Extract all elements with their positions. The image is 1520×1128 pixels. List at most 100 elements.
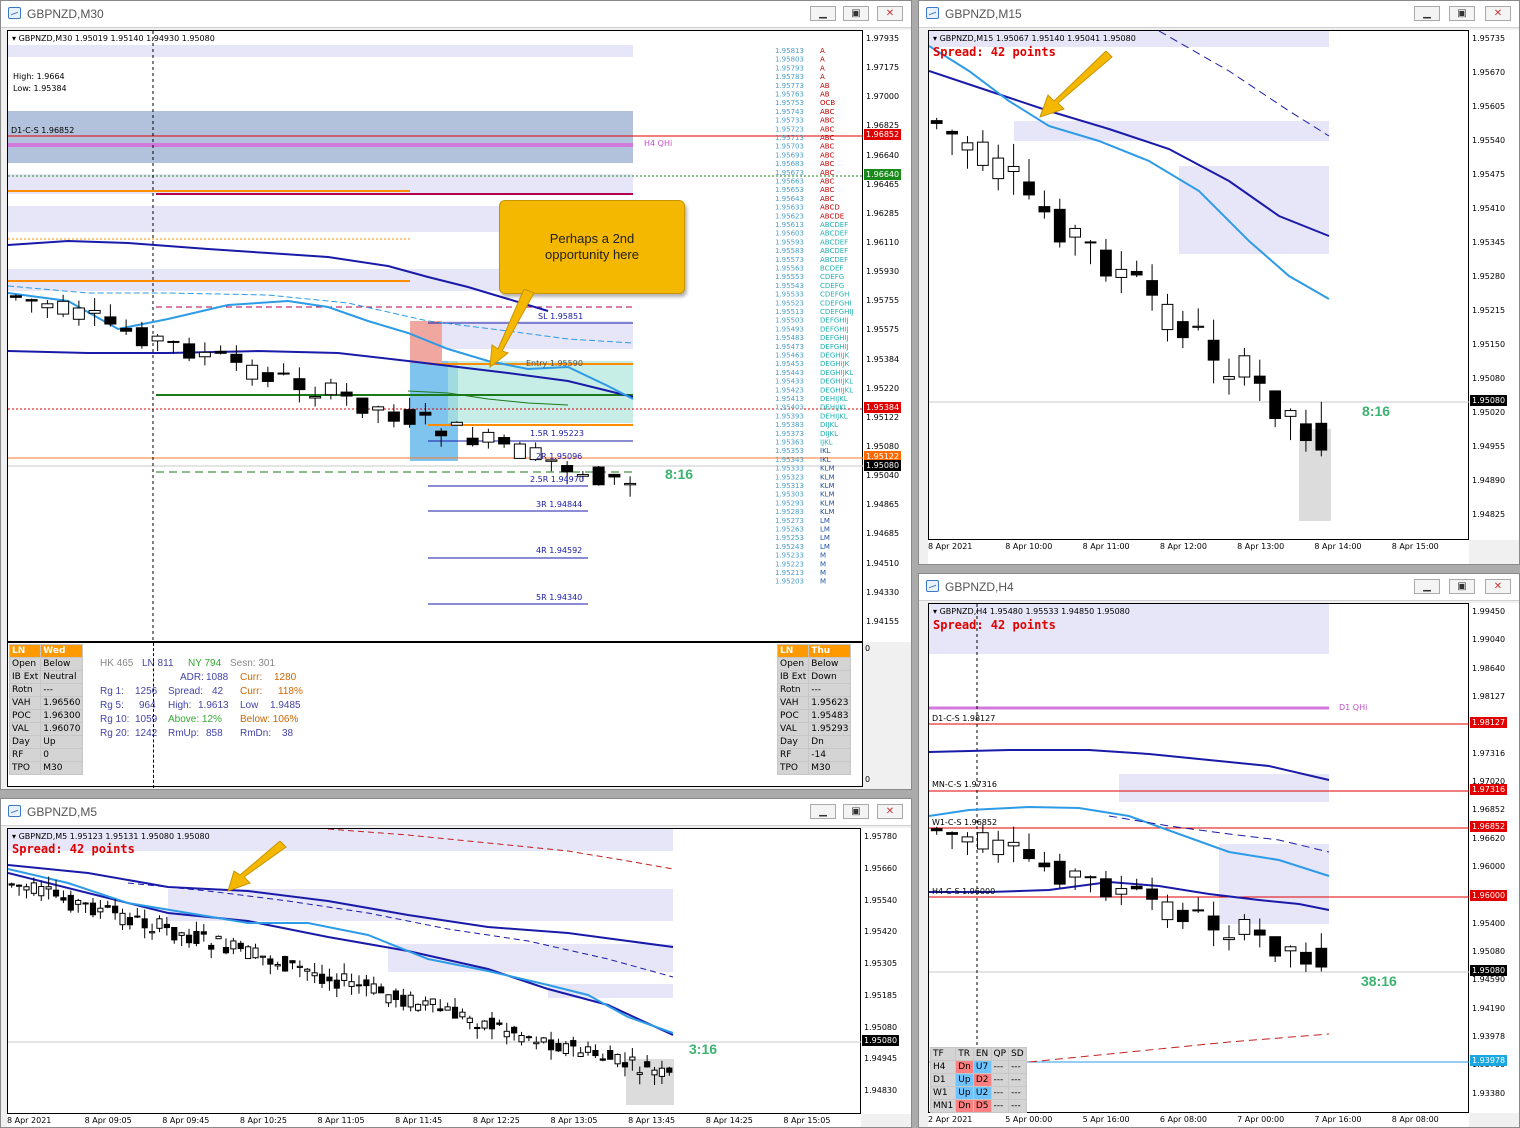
close-button[interactable]: ✕ — [1485, 6, 1511, 21]
candle-body — [1176, 321, 1189, 339]
rg20-label: Rg 20: — [100, 728, 130, 739]
h4-chart-window[interactable]: GBPNZD,H4 ▁ ▣ ✕ ▾ GBPNZD,H4 1.95480 1.95… — [918, 573, 1520, 1128]
candle-body — [45, 886, 52, 890]
m5-time-axis[interactable]: 8 Apr 2021 8 Apr 09:05 8 Apr 09:45 8 Apr 10… — [7, 1114, 861, 1127]
candle-body — [261, 372, 274, 382]
candle-body — [277, 372, 290, 375]
candle-body — [222, 947, 230, 954]
m30-titlebar[interactable]: GBPNZD,M30 ▁ ▣ ✕ — [1, 1, 911, 28]
h4-candle-timer: 38:16 — [1361, 973, 1397, 989]
candle-body — [451, 1006, 459, 1019]
candle-body — [372, 406, 385, 411]
candle-body — [614, 1053, 621, 1065]
price-tick-label: 1.95185 — [864, 990, 898, 1000]
h4-plot-area[interactable]: ▾ GBPNZD,H4 1.95480 1.95533 1.94850 1.95… — [928, 603, 1470, 1114]
price-tick-label: 1.97316 — [1472, 748, 1506, 758]
candle-body — [1238, 919, 1251, 935]
h4-price-axis[interactable]: 1.994501.990401.986401.981271.974301.973… — [1469, 603, 1519, 1113]
candle-body — [547, 1039, 555, 1051]
time-tick-label: 8 Apr 13:00 — [1237, 542, 1285, 551]
tpo-price: 1.95803 — [775, 56, 804, 64]
tpo-letters: ABC — [820, 160, 834, 168]
m15-plot-area[interactable]: ▾ GBPNZD,M15 1.95067 1.95140 1.95041 1.9… — [928, 30, 1470, 540]
minimize-button[interactable]: ▁ — [810, 6, 836, 21]
m30-sl-label: SL 1.95851 — [538, 312, 584, 321]
m30-r4-label: 4R 1.94592 — [536, 546, 583, 555]
tpo-letters: DEFGHIJ — [820, 325, 849, 333]
candle-body — [208, 944, 215, 950]
candle-body — [1315, 422, 1328, 451]
m5-price-axis[interactable]: 1.95780 1.95660 1.95540 1.95420 1.95305 1.951… — [861, 828, 911, 1114]
price-tick-label: 1.95215 — [1472, 306, 1506, 315]
candle-body — [30, 882, 37, 894]
price-tick-label: 1.95080 — [864, 1022, 898, 1032]
tpo-letters: AB — [820, 91, 830, 99]
m5-chart-window[interactable]: GBPNZD,M5 ▁ ▣ ✕ ▾ GBPNZD,M5 1.95123 1.95… — [0, 798, 912, 1128]
candle-body — [385, 994, 392, 1004]
tpo-letters: KLM — [820, 499, 835, 507]
candle-body — [555, 1042, 562, 1052]
m5-plot-area[interactable]: ▾ GBPNZD,M5 1.95123 1.95131 1.95080 1.95… — [7, 828, 862, 1114]
maximize-button[interactable]: ▣ — [1449, 6, 1475, 21]
price-tick-label: 1.95345 — [1472, 238, 1506, 247]
table-cell: --- — [1008, 1060, 1027, 1074]
price-tick-label: 1.95080 — [1472, 374, 1506, 383]
m30-chart-window[interactable]: GBPNZD,M30 ▁ ▣ ✕ 1.95813 A 1.95803 A 1.9… — [0, 0, 912, 790]
m15-chart-window[interactable]: GBPNZD,M15 ▁ ▣ ✕ ▾ GBPNZD,M15 1.95067 1.… — [918, 0, 1520, 565]
candle-body — [1192, 325, 1205, 328]
m30-price-axis[interactable]: 1.97935 1.97175 1.97000 1.96825 1.96640 1.964… — [863, 30, 911, 642]
price-tick-label: 1.96640 — [866, 150, 900, 160]
tpo-price: 1.95343 — [775, 456, 804, 464]
candle-body — [52, 889, 60, 897]
minimize-button[interactable]: ▁ — [810, 804, 836, 819]
candle-body — [67, 894, 74, 911]
candle-body — [141, 918, 148, 929]
candle-body — [309, 396, 322, 399]
tpo-price: 1.95743 — [775, 108, 804, 116]
price-tick-label: 1.94685 — [866, 529, 900, 539]
maximize-button[interactable]: ▣ — [843, 6, 869, 21]
m5-titlebar[interactable]: GBPNZD,M5 ▁ ▣ ✕ — [1, 799, 911, 826]
curr1-value: 1280 — [274, 672, 297, 683]
m30-session-table-wed: LN Wed Open Below IB Ext Neutral Rotn --- VAH 1.9… — [8, 644, 84, 775]
tpo-letters: DEFGHIJ — [820, 334, 849, 342]
tpo-letters: M — [820, 552, 826, 560]
close-button[interactable]: ✕ — [877, 804, 903, 819]
candle-body — [341, 973, 348, 981]
price-tick-label: 1.95040 — [866, 471, 900, 481]
table-cell: IB Ext — [8, 670, 42, 684]
m30-plot-area[interactable]: 1.95813 A 1.95803 A 1.95793 A 1.95783 A 1.95773 A… — [7, 30, 864, 643]
tpo-price: 1.95733 — [775, 117, 804, 125]
candle-body — [444, 1006, 451, 1011]
h4-time-axis[interactable]: 2 Apr 2021 5 Apr 00:00 5 Apr 16:00 6 Apr 08… — [928, 1113, 1469, 1127]
time-tick-label: 8 Apr 14:25 — [705, 1116, 753, 1125]
table-cell: POC — [8, 709, 42, 723]
rg10-label: Rg 10: — [100, 714, 130, 725]
h4-titlebar[interactable]: GBPNZD,H4 ▁ ▣ ✕ — [919, 574, 1519, 601]
candle-body — [8, 883, 15, 886]
curr2-label: Curr: — [240, 686, 263, 697]
candle-body — [163, 923, 170, 929]
minimize-button[interactable]: ▁ — [1414, 6, 1440, 21]
candle-body — [245, 946, 252, 960]
tpo-price: 1.95283 — [775, 508, 804, 516]
candle-body — [488, 1017, 496, 1030]
tpo-letters: ABCDE — [820, 212, 844, 220]
candle-body — [259, 955, 267, 958]
m15-price-axis[interactable]: 1.95735 1.95670 1.95605 1.95540 1.95475 1.954… — [1469, 30, 1519, 540]
time-tick-label: 8 Apr 13:45 — [628, 1116, 676, 1125]
candle-body — [15, 884, 23, 887]
m15-titlebar[interactable]: GBPNZD,M15 ▁ ▣ ✕ — [919, 1, 1519, 28]
maximize-button[interactable]: ▣ — [1449, 579, 1475, 594]
tpo-price: 1.95753 — [775, 99, 804, 107]
close-button[interactable]: ✕ — [877, 6, 903, 21]
maximize-button[interactable]: ▣ — [843, 804, 869, 819]
time-tick-label: 8 Apr 11:05 — [317, 1116, 365, 1125]
close-button[interactable]: ✕ — [1485, 579, 1511, 594]
minimize-button[interactable]: ▁ — [1414, 579, 1440, 594]
m15-time-axis[interactable]: 8 Apr 2021 8 Apr 10:00 8 Apr 11:00 8 Apr 12… — [928, 540, 1469, 564]
tpo-letters: LM — [820, 526, 830, 534]
tpo-letters: KLM — [820, 491, 835, 499]
candle-body — [89, 902, 97, 916]
tpo-price: 1.95763 — [775, 91, 804, 99]
